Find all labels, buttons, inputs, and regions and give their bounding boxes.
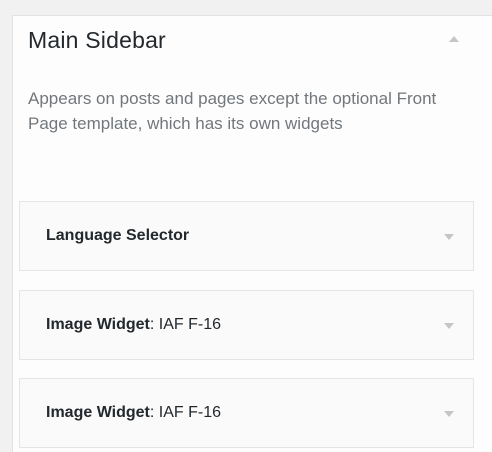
sidebar-description: Appears on posts and pages except the op… <box>28 89 437 133</box>
sidebar-title: Main Sidebar <box>28 27 166 53</box>
widget-title: Language Selector <box>46 202 189 270</box>
widget-title: Image Widget: IAF F-16 <box>46 291 221 359</box>
widget-image-1[interactable]: Image Widget: IAF F-16 <box>19 290 474 360</box>
sidebar-header[interactable]: Main Sidebar <box>28 27 468 63</box>
arrow-down-icon[interactable] <box>443 409 455 419</box>
widget-name: Image Widget <box>46 404 150 421</box>
arrow-up-icon[interactable] <box>444 29 464 49</box>
widget-name: Language Selector <box>46 227 190 244</box>
arrow-down-icon[interactable] <box>443 321 455 331</box>
widget-image-2[interactable]: Image Widget: IAF F-16 <box>19 378 474 448</box>
widget-language-selector[interactable]: Language Selector <box>19 201 474 271</box>
widget-subtitle: : IAF F-16 <box>149 316 221 333</box>
widget-title: Image Widget: IAF F-16 <box>46 379 221 447</box>
arrow-down-icon[interactable] <box>443 232 455 242</box>
widget-subtitle: : IAF F-16 <box>149 404 221 421</box>
widget-name: Image Widget <box>46 316 150 333</box>
